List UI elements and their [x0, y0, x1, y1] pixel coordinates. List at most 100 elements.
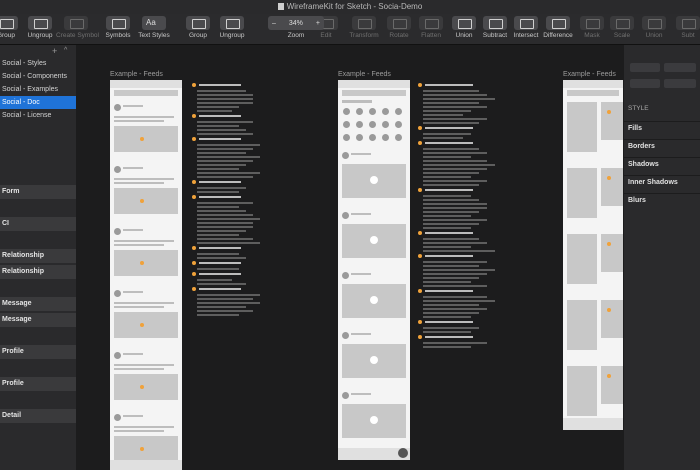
- layer-item[interactable]: [0, 329, 76, 343]
- annotation-line: [423, 300, 495, 302]
- layer-item[interactable]: [0, 233, 76, 247]
- annotation-marker-icon: [192, 83, 196, 87]
- avatar: [342, 392, 349, 399]
- artboard-label-2[interactable]: Example - Feeds: [338, 71, 391, 78]
- zoom-out-button[interactable]: –: [272, 20, 276, 27]
- annotation-line: [197, 302, 260, 304]
- page-item[interactable]: Social - Styles: [0, 57, 76, 70]
- top-nav: [567, 90, 619, 96]
- tool-label: Symbols: [105, 32, 131, 39]
- layer-item[interactable]: [0, 281, 76, 295]
- annotation-line: [423, 316, 471, 318]
- document-icon: [277, 3, 284, 10]
- ungroup-icon: [28, 16, 52, 30]
- text-line: [114, 302, 174, 304]
- text-styles-tool[interactable]: Aa Text Styles: [134, 16, 174, 39]
- image-dot-icon: [140, 261, 144, 265]
- name-line: [123, 291, 143, 293]
- zoom-field[interactable]: – 34% +: [268, 16, 324, 30]
- ungroup-tool[interactable]: Ungroup: [212, 16, 252, 39]
- annotation-marker-icon: [192, 114, 196, 118]
- annotation-line: [197, 218, 260, 220]
- flatten-icon-shape: [425, 19, 439, 29]
- page-item[interactable]: Social - Examples: [0, 83, 76, 96]
- annotation-line: [197, 210, 246, 212]
- annotation-line: [197, 253, 239, 255]
- avatar: [114, 290, 121, 297]
- width-field[interactable]: [630, 79, 660, 88]
- layer-item[interactable]: [0, 393, 76, 407]
- layer-item[interactable]: [0, 201, 76, 215]
- transform-tool[interactable]: Transform: [344, 16, 384, 39]
- image-placeholder: [114, 436, 178, 462]
- annotation-line: [197, 238, 253, 240]
- canvas[interactable]: Example - Feeds Example - Feeds Example …: [76, 45, 624, 470]
- style-section-inner-shadows[interactable]: Inner Shadows: [628, 179, 678, 186]
- annotation-line: [423, 285, 487, 287]
- x-field[interactable]: [630, 63, 660, 72]
- transform-icon: [352, 16, 376, 30]
- annotation-line: [423, 227, 471, 229]
- subt-tool[interactable]: Subt: [668, 16, 700, 39]
- height-field[interactable]: [664, 79, 696, 88]
- annotation-marker-icon: [418, 335, 422, 339]
- annotation-heading: [425, 189, 473, 191]
- top-nav: [114, 90, 178, 96]
- annotation-marker-icon: [418, 188, 422, 192]
- create-symbol-tool[interactable]: Create Symbol: [56, 16, 99, 39]
- artboard-feeds-1[interactable]: [110, 80, 182, 470]
- y-field[interactable]: [664, 63, 696, 72]
- name-line: [351, 333, 371, 335]
- layer-group[interactable]: Message: [0, 313, 76, 327]
- zoom-in-button[interactable]: +: [316, 20, 320, 27]
- collapse-pages-icon[interactable]: ^: [64, 47, 67, 54]
- annotation-line: [197, 168, 239, 170]
- play-icon: [370, 296, 378, 304]
- layer-group[interactable]: Form: [0, 185, 76, 199]
- layer-group[interactable]: Relationship: [0, 265, 76, 279]
- style-section-shadows[interactable]: Shadows: [628, 161, 659, 168]
- symbols-icon-shape: [112, 19, 126, 29]
- symbols-tool[interactable]: Symbols: [98, 16, 138, 39]
- tool-label: Ungroup: [219, 32, 245, 39]
- artboard-feeds-3[interactable]: [563, 80, 623, 430]
- layer-group[interactable]: CI: [0, 217, 76, 231]
- style-section-blurs[interactable]: Blurs: [628, 197, 646, 204]
- layer-group[interactable]: Profile: [0, 345, 76, 359]
- layer-group[interactable]: Relationship: [0, 249, 76, 263]
- page-item[interactable]: Social - Doc: [0, 96, 76, 109]
- annotation-line: [423, 277, 479, 279]
- ungroup-tool[interactable]: Ungroup: [20, 16, 60, 39]
- artboard-label-3[interactable]: Example - Feeds: [563, 71, 616, 78]
- zoom-control[interactable]: – 34% + Zoom: [268, 16, 324, 39]
- page-item[interactable]: Social - License: [0, 109, 76, 122]
- layer-group[interactable]: Profile: [0, 377, 76, 391]
- annotation-line: [197, 156, 260, 158]
- annotation-marker-icon: [418, 141, 422, 145]
- tool-label: Text Styles: [138, 32, 170, 39]
- annotation-line: [423, 184, 479, 186]
- annotation-line: [197, 242, 260, 244]
- name-line: [123, 167, 143, 169]
- annotation-line: [423, 118, 487, 120]
- add-page-icon[interactable]: +: [52, 46, 57, 56]
- layer-group[interactable]: Message: [0, 297, 76, 311]
- page-item[interactable]: Social - Components: [0, 70, 76, 83]
- layer-item[interactable]: [0, 361, 76, 375]
- text-line: [114, 368, 164, 370]
- artboard-label-1[interactable]: Example - Feeds: [110, 71, 163, 78]
- layer-group[interactable]: Detail: [0, 409, 76, 423]
- image-dot-icon: [607, 176, 611, 180]
- grid-image: [601, 366, 623, 404]
- annotation-heading: [425, 142, 473, 144]
- annotation-line: [197, 222, 253, 224]
- annotation-line: [423, 261, 487, 263]
- style-section-borders[interactable]: Borders: [628, 143, 655, 150]
- style-section-fills[interactable]: Fills: [628, 125, 642, 132]
- annotation-marker-icon: [192, 261, 196, 265]
- artboard-feeds-2[interactable]: [338, 80, 410, 460]
- annotation-line: [197, 191, 239, 193]
- text-line: [114, 244, 164, 246]
- annotation-line: [423, 219, 487, 221]
- subtract-icon: [676, 16, 700, 30]
